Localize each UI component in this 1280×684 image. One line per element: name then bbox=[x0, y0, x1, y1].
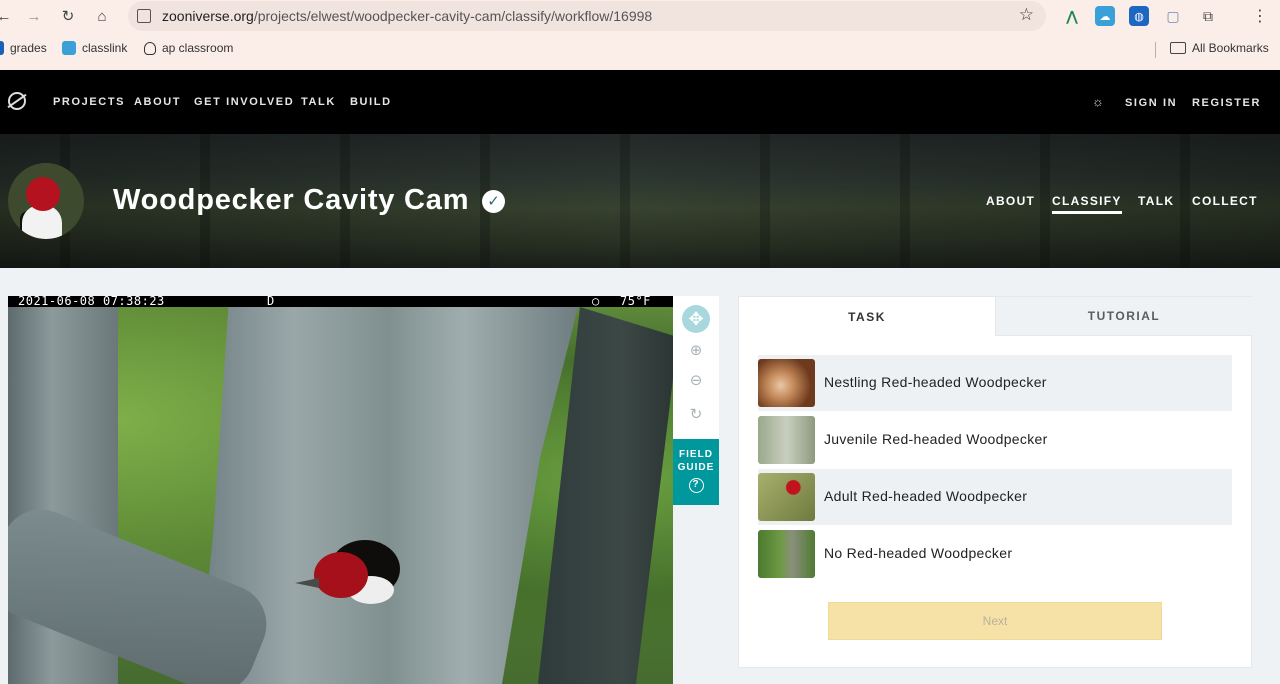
url-domain: zooniverse.org bbox=[162, 8, 254, 24]
camera-timestamp-bar: 2021-06-08 07:38:23 D ○ 75°F bbox=[8, 296, 673, 307]
camera-temperature: 75°F bbox=[620, 296, 651, 308]
bookmark-label: grades bbox=[10, 41, 47, 55]
folder-icon bbox=[1170, 42, 1186, 54]
nestling-thumbnail bbox=[758, 359, 815, 407]
nav-get-involved[interactable]: GET INVOLVED bbox=[194, 96, 294, 108]
globe-extension-icon[interactable]: ◍ bbox=[1129, 6, 1149, 26]
nav-talk[interactable]: TALK bbox=[301, 96, 336, 108]
subject-bird-head bbox=[314, 552, 368, 598]
project-header: Woodpecker Cavity Cam ✓ ABOUT CLASSIFY T… bbox=[0, 134, 1280, 268]
address-row: ← → ↻ ⌂ zooniverse.org/projects/elwest/w… bbox=[0, 0, 1280, 32]
help-question-icon: ? bbox=[688, 478, 704, 493]
adult-thumbnail bbox=[758, 473, 815, 521]
bookmark-star-icon[interactable]: ☆ bbox=[1019, 5, 1034, 25]
verified-check-icon: ✓ bbox=[482, 190, 505, 213]
answer-none[interactable]: No Red-headed Woodpecker bbox=[758, 526, 1232, 582]
all-bookmarks-label: All Bookmarks bbox=[1192, 41, 1269, 55]
bookmarks-divider bbox=[1155, 42, 1156, 58]
none-thumbnail bbox=[758, 530, 815, 578]
project-nav-talk[interactable]: TALK bbox=[1138, 194, 1174, 208]
reader-extension-icon[interactable]: ▢ bbox=[1163, 6, 1183, 26]
avatar-head bbox=[26, 177, 60, 211]
answer-label: No Red-headed Woodpecker bbox=[824, 545, 1013, 561]
url-text[interactable]: zooniverse.org/projects/elwest/woodpecke… bbox=[162, 8, 652, 24]
home-icon[interactable]: ⌂ bbox=[90, 4, 114, 28]
move-icon[interactable]: ✥ bbox=[682, 305, 710, 333]
extensions-puzzle-icon[interactable]: ⧉ bbox=[1198, 6, 1218, 26]
url-path: /projects/elwest/woodpecker-cavity-cam/c… bbox=[253, 8, 653, 24]
answer-adult[interactable]: Adult Red-headed Woodpecker bbox=[758, 469, 1232, 525]
theme-toggle-sun-icon[interactable]: ☼ bbox=[1092, 94, 1104, 109]
camera-mode: D bbox=[267, 296, 275, 308]
nav-about[interactable]: ABOUT bbox=[134, 96, 181, 108]
bookmark-label: classlink bbox=[82, 41, 128, 55]
tab-tutorial[interactable]: TUTORIAL bbox=[995, 297, 1252, 336]
project-nav-collect[interactable]: COLLECT bbox=[1192, 194, 1258, 208]
zoom-out-icon[interactable]: ⊖ bbox=[682, 366, 710, 394]
menu-kebab-icon[interactable]: ⋮ bbox=[1250, 6, 1270, 26]
answer-label: Juvenile Red-headed Woodpecker bbox=[824, 431, 1048, 447]
answer-label: Adult Red-headed Woodpecker bbox=[824, 488, 1028, 504]
bookmark-grades[interactable]: grades bbox=[0, 41, 47, 55]
answer-juvenile[interactable]: Juvenile Red-headed Woodpecker bbox=[758, 412, 1232, 468]
zooniverse-logo-icon[interactable] bbox=[8, 92, 26, 110]
site-info-icon[interactable] bbox=[137, 9, 151, 23]
browser-chrome: ← → ↻ ⌂ zooniverse.org/projects/elwest/w… bbox=[0, 0, 1280, 70]
zoom-in-icon[interactable]: ⊕ bbox=[682, 336, 710, 364]
tab-task[interactable]: TASK bbox=[739, 297, 995, 336]
viewer-controls: ✥ ⊕ ⊖ ↻ bbox=[673, 296, 719, 439]
extension-a-icon[interactable]: ⋀ bbox=[1062, 6, 1082, 26]
rotate-icon[interactable]: ↻ bbox=[682, 400, 710, 428]
camera-timestamp: 2021-06-08 07:38:23 bbox=[18, 296, 165, 308]
subject-bird-beak bbox=[295, 578, 319, 588]
ap-classroom-favicon-icon bbox=[144, 41, 156, 55]
project-title[interactable]: Woodpecker Cavity Cam bbox=[113, 184, 469, 217]
grades-favicon-icon bbox=[0, 41, 4, 55]
bookmark-classlink[interactable]: classlink bbox=[62, 41, 127, 55]
answer-nestling[interactable]: Nestling Red-headed Woodpecker bbox=[758, 355, 1232, 411]
moon-phase-icon: ○ bbox=[592, 296, 600, 308]
project-nav-classify[interactable]: CLASSIFY bbox=[1052, 194, 1122, 214]
subject-image[interactable]: 2021-06-08 07:38:23 D ○ 75°F bbox=[8, 296, 673, 684]
bookmark-label: ap classroom bbox=[162, 41, 234, 55]
forward-icon[interactable]: → bbox=[22, 4, 46, 28]
juvenile-thumbnail bbox=[758, 416, 815, 464]
next-button[interactable]: Next bbox=[828, 602, 1162, 640]
sign-in-link[interactable]: SIGN IN bbox=[1125, 97, 1177, 109]
field-guide-button[interactable]: FIELD GUIDE ? bbox=[673, 439, 719, 505]
cloud-extension-icon[interactable]: ☁ bbox=[1095, 6, 1115, 26]
field-guide-label-2: GUIDE bbox=[677, 462, 715, 473]
bookmark-ap-classroom[interactable]: ap classroom bbox=[144, 41, 233, 55]
register-link[interactable]: REGISTER bbox=[1192, 97, 1261, 109]
back-icon[interactable]: ← bbox=[0, 4, 16, 28]
nav-projects[interactable]: PROJECTS bbox=[53, 96, 125, 108]
field-guide-label-1: FIELD bbox=[679, 449, 713, 460]
classlink-favicon-icon bbox=[62, 41, 76, 55]
nav-build[interactable]: BUILD bbox=[350, 96, 392, 108]
project-avatar[interactable] bbox=[8, 163, 84, 239]
zooniverse-top-nav: PROJECTS ABOUT GET INVOLVED TALK BUILD ☼… bbox=[0, 70, 1280, 134]
answer-label: Nestling Red-headed Woodpecker bbox=[824, 374, 1047, 390]
address-bar[interactable]: zooniverse.org/projects/elwest/woodpecke… bbox=[128, 1, 1046, 31]
project-nav-about[interactable]: ABOUT bbox=[986, 194, 1035, 208]
reload-icon[interactable]: ↻ bbox=[56, 4, 80, 28]
task-panel: TASK TUTORIAL Nestling Red-headed Woodpe… bbox=[738, 296, 1252, 668]
all-bookmarks[interactable]: All Bookmarks bbox=[1170, 41, 1269, 55]
bookmarks-bar: grades classlink ap classroom All Bookma… bbox=[0, 36, 1280, 64]
